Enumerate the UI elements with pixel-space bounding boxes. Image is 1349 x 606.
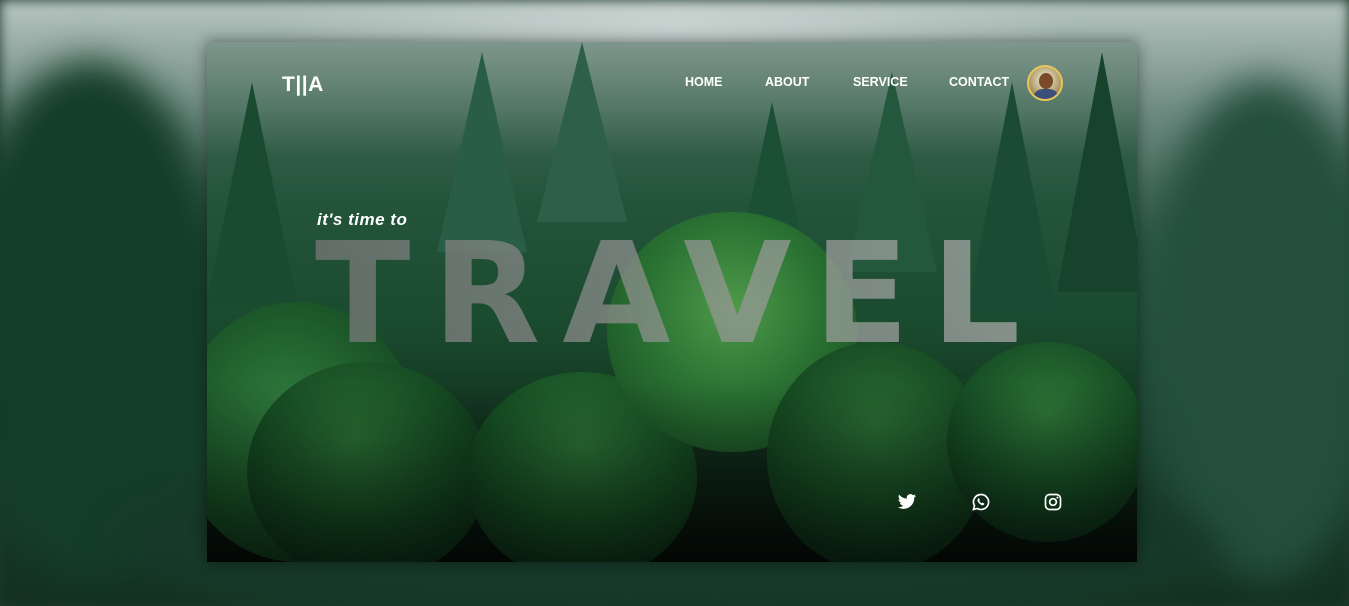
twitter-icon[interactable] bbox=[897, 492, 917, 512]
whatsapp-icon[interactable] bbox=[971, 492, 991, 512]
nav-service-link[interactable]: SERVICE bbox=[853, 75, 908, 89]
brand-logo[interactable]: T||A bbox=[282, 73, 324, 97]
nav-about-link[interactable]: ABOUT bbox=[765, 75, 809, 89]
user-avatar[interactable] bbox=[1027, 65, 1063, 101]
hero-card: T||A HOME ABOUT SERVICE CONTACT it's tim… bbox=[207, 42, 1137, 562]
nav-home-link[interactable]: HOME bbox=[685, 75, 723, 89]
instagram-icon[interactable] bbox=[1043, 492, 1063, 512]
nav-contact-link[interactable]: CONTACT bbox=[949, 75, 1009, 89]
hero-headline: TRAVEL bbox=[315, 213, 1043, 376]
